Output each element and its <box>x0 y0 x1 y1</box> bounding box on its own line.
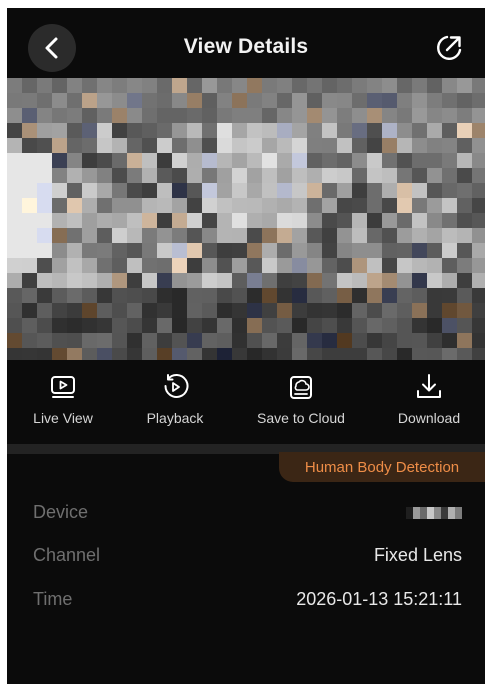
channel-value: Fixed Lens <box>373 545 462 565</box>
channel-label: Channel <box>33 545 101 565</box>
share-button[interactable] <box>433 32 465 64</box>
device-label: Device <box>33 502 89 522</box>
app-screen: View Details Live View Playback Save to … <box>7 8 485 684</box>
playback-button[interactable]: Playback <box>120 370 230 436</box>
video-thumbnail[interactable] <box>7 78 485 360</box>
event-type-badge: Human Body Detection <box>279 452 485 482</box>
download-button[interactable]: Download <box>374 370 484 436</box>
cloud-save-icon <box>290 376 312 399</box>
page-title: View Details <box>183 35 309 58</box>
header-bar: View Details <box>7 8 485 78</box>
channel-row: Channel Fixed Lens <box>7 545 485 573</box>
download-icon <box>417 374 441 398</box>
save-to-cloud-button[interactable]: Save to Cloud <box>246 370 356 436</box>
save-to-cloud-label: Save to Cloud <box>257 410 345 426</box>
live-view-icon <box>51 376 75 398</box>
download-label: Download <box>397 410 461 426</box>
time-label: Time <box>33 589 73 609</box>
chevron-left-icon <box>45 37 58 59</box>
back-button[interactable] <box>28 24 76 72</box>
live-view-button[interactable]: Live View <box>8 370 118 436</box>
pixelated-video-image <box>7 78 485 360</box>
time-value: 2026-01-13 15:21:11 <box>296 589 462 609</box>
device-name-redacted <box>406 507 462 519</box>
time-row: Time 2026-01-13 15:21:11 <box>7 589 485 617</box>
share-icon <box>437 35 462 60</box>
device-row: Device <box>7 502 485 530</box>
playback-label: Playback <box>146 410 204 426</box>
playback-icon <box>164 374 189 398</box>
action-bar: Live View Playback Save to Cloud Downloa… <box>7 370 485 436</box>
live-view-label: Live View <box>33 410 93 426</box>
